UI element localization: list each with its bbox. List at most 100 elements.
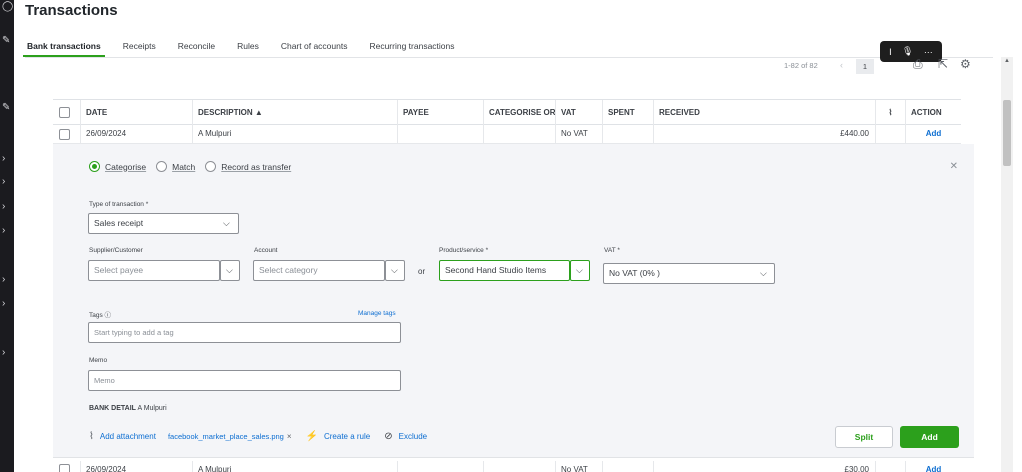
- chevron-right-icon[interactable]: ›: [2, 275, 5, 285]
- exclude-link[interactable]: Exclude: [399, 432, 427, 441]
- type-of-transaction-value: Sales receipt: [94, 218, 144, 228]
- header-date[interactable]: DATE: [80, 100, 192, 125]
- type-of-transaction-select[interactable]: Sales receipt: [88, 213, 239, 234]
- create-rule-link[interactable]: Create a rule: [324, 432, 370, 441]
- categorise-radio[interactable]: [89, 161, 100, 172]
- supplier-customer-label: Supplier/Customer: [89, 247, 143, 254]
- match-radio[interactable]: [156, 161, 168, 172]
- add-button[interactable]: Add: [900, 426, 959, 448]
- product-service-select[interactable]: Second Hand Studio Items: [439, 260, 570, 281]
- row-add-link[interactable]: Add: [905, 125, 961, 143]
- collapse-icon[interactable]: ◯: [2, 2, 13, 12]
- add-attachment-link[interactable]: Add attachment: [100, 432, 156, 441]
- header-vat[interactable]: VAT: [555, 100, 602, 125]
- tags-placeholder: Start typing to add a tag: [94, 328, 174, 337]
- tags-label: Tags ⓘ: [89, 312, 112, 319]
- vat-value: No VAT (0% ): [609, 268, 661, 278]
- row-attachment: [875, 125, 905, 143]
- microphone-icon[interactable]: 🎙: [902, 46, 913, 57]
- row-date: 26/09/2024: [80, 125, 192, 143]
- row-checkbox[interactable]: [59, 129, 70, 140]
- match-radio-label[interactable]: Match: [172, 162, 195, 172]
- table-row[interactable]: 26/09/2024 A Mulpuri No VAT £30.00 Add: [53, 461, 961, 472]
- vat-label: VAT *: [604, 247, 620, 254]
- categorise-panel: Categorise Match Record as transfer ✕ Ty…: [53, 144, 974, 458]
- scroll-up-icon[interactable]: ▲: [1001, 58, 1013, 64]
- row-payee: [397, 461, 483, 472]
- exclude-icon: ⊘: [384, 431, 393, 442]
- header-received[interactable]: RECEIVED: [653, 100, 875, 125]
- export-icon[interactable]: ⇱: [938, 57, 948, 71]
- pager-range: 1-82 of 82: [784, 61, 818, 70]
- chevron-right-icon[interactable]: ›: [2, 202, 5, 212]
- chevron-right-icon[interactable]: ›: [2, 177, 5, 187]
- row-date: 26/09/2024: [80, 461, 192, 472]
- chevron-down-icon[interactable]: ⌵: [391, 265, 398, 276]
- left-nav-rail: ◯ ✎ ✎ › › › › › › ›: [0, 0, 14, 472]
- supplier-customer-placeholder: Select payee: [94, 265, 144, 275]
- account-label: Account: [254, 247, 278, 254]
- row-add-link[interactable]: Add: [905, 461, 961, 472]
- supplier-customer-select[interactable]: Select payee: [88, 260, 220, 281]
- memo-input[interactable]: Memo: [88, 370, 401, 391]
- mode-radio-group: Categorise Match Record as transfer: [89, 161, 301, 172]
- close-icon[interactable]: ✕: [950, 161, 958, 172]
- row-vat: No VAT: [555, 125, 602, 143]
- or-text: or: [418, 267, 426, 276]
- vat-select[interactable]: No VAT (0% ): [603, 263, 775, 284]
- floating-toolbar: I 🎙 ···: [880, 41, 942, 62]
- header-spent[interactable]: SPENT: [602, 100, 653, 125]
- more-icon[interactable]: ···: [924, 47, 933, 57]
- header-description[interactable]: DESCRIPTION ▲: [192, 100, 397, 125]
- chevron-down-icon[interactable]: ⌵: [223, 218, 230, 229]
- row-attachment: [875, 461, 905, 472]
- panel-actions: ⌇ Add attachment facebook_market_place_s…: [89, 431, 427, 442]
- transactions-table: DATE DESCRIPTION ▲ PAYEE CATEGORISE OR M…: [53, 99, 961, 144]
- bank-detail-value: A Mulpuri: [137, 405, 167, 412]
- chevron-down-icon[interactable]: ⌵: [226, 265, 233, 276]
- table-row[interactable]: 26/09/2024 A Mulpuri No VAT £440.00 Add: [53, 125, 961, 144]
- product-service-value: Second Hand Studio Items: [445, 265, 547, 275]
- tabs-divider: [25, 57, 993, 58]
- chevron-down-icon[interactable]: ⌵: [576, 265, 583, 276]
- scrollbar-thumb[interactable]: [1003, 100, 1011, 166]
- row-received: £440.00: [653, 125, 875, 143]
- header-categorise[interactable]: CATEGORISE OR MATCH: [483, 100, 555, 125]
- paperclip-icon: ⌇: [89, 431, 94, 442]
- remove-attachment-icon[interactable]: ×: [287, 432, 292, 441]
- product-service-label: Product/service *: [439, 247, 489, 254]
- chevron-right-icon[interactable]: ›: [2, 154, 5, 164]
- row-categorise: [483, 461, 555, 472]
- chevron-right-icon[interactable]: ›: [2, 226, 5, 236]
- edit-icon[interactable]: ✎: [2, 103, 10, 113]
- header-payee[interactable]: PAYEE: [397, 100, 483, 125]
- account-placeholder: Select category: [259, 265, 318, 275]
- account-select[interactable]: Select category: [253, 260, 385, 281]
- record-transfer-radio[interactable]: [205, 161, 217, 172]
- pager-prev-icon[interactable]: ‹: [840, 60, 843, 70]
- manage-tags-link[interactable]: Manage tags: [358, 310, 396, 317]
- categorise-radio-label[interactable]: Categorise: [105, 162, 146, 172]
- memo-placeholder: Memo: [94, 376, 115, 385]
- record-transfer-radio-label[interactable]: Record as transfer: [221, 162, 291, 172]
- pager-current-page[interactable]: 1: [856, 59, 874, 74]
- row-categorise: [483, 125, 555, 143]
- print-icon[interactable]: ⎙: [913, 57, 923, 72]
- row-received: £30.00: [653, 461, 875, 472]
- chevron-right-icon[interactable]: ›: [2, 348, 5, 358]
- type-of-transaction-label: Type of transaction *: [89, 201, 149, 208]
- select-all-checkbox[interactable]: [59, 107, 70, 118]
- edit-icon[interactable]: ✎: [2, 36, 10, 46]
- attachment-filename[interactable]: facebook_market_place_sales.png: [168, 432, 284, 441]
- row-checkbox[interactable]: [59, 464, 70, 472]
- header-action: ACTION: [905, 100, 961, 125]
- cursor-icon[interactable]: I: [889, 47, 892, 57]
- info-icon[interactable]: ⓘ: [105, 312, 112, 319]
- gear-icon[interactable]: ⚙: [960, 57, 971, 71]
- split-button[interactable]: Split: [835, 426, 893, 448]
- memo-label: Memo: [89, 357, 108, 364]
- bank-detail: BANK DETAIL A Mulpuri: [89, 405, 167, 412]
- tags-input[interactable]: Start typing to add a tag: [88, 322, 401, 343]
- chevron-right-icon[interactable]: ›: [2, 299, 5, 309]
- chevron-down-icon[interactable]: ⌵: [760, 268, 767, 279]
